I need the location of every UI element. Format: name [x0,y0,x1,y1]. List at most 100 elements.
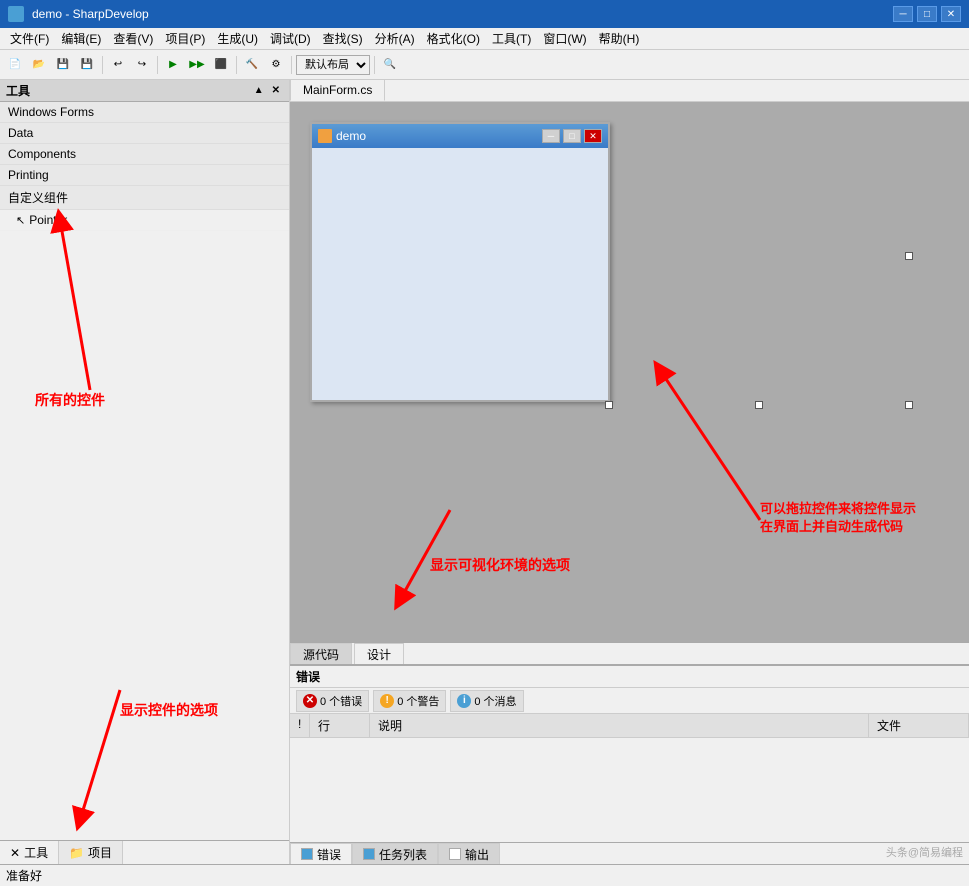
toolbox-title: 工具 [6,82,30,99]
toolbar-sep2 [157,56,158,74]
handle-bm [755,401,763,409]
col-desc: 说明 [370,714,869,737]
form-window-controls: ─ □ ✕ [542,129,602,143]
toolbox-tab-project[interactable]: 📁 项目 [59,841,123,864]
toolbar-stop[interactable]: ⬛ [210,54,232,76]
toolbox-header: 工具 ▲ ✕ [0,80,289,102]
title-bar-text: demo - SharpDevelop [32,7,149,21]
error-tab-messages[interactable]: i 0 个消息 [450,690,523,712]
error-table-header: ! 行 说明 文件 [290,714,969,738]
toolbar-sep1 [102,56,103,74]
footer-tab-errors[interactable]: 错误 [290,843,352,864]
toolbar-new[interactable]: 📄 [4,54,26,76]
menu-file[interactable]: 文件(F) [4,28,55,49]
source-tabs: 源代码 设计 [290,642,969,664]
handle-mr [905,252,913,260]
error-icon: ✕ [303,694,317,708]
toolbox-tab-tool[interactable]: ✕ 工具 [0,841,59,864]
errors-title: 错误 [290,666,969,688]
footer-tab-output[interactable]: 输出 [438,843,500,864]
toolbar-build2[interactable]: ⚙ [265,54,287,76]
footer-tasklist-checkbox [363,848,375,860]
project-icon: 📁 [69,846,84,860]
menu-search[interactable]: 查找(S) [317,28,369,49]
toolbar-run2[interactable]: ▶▶ [186,54,208,76]
app-icon [8,6,24,22]
menu-project[interactable]: 项目(P) [159,28,211,49]
editor-tab-mainform[interactable]: MainForm.cs [290,79,385,101]
toolbar-redo[interactable]: ↪ [131,54,153,76]
toolbox-bottom-tabs: ✕ 工具 📁 项目 [0,840,289,864]
toolbox-category-printing[interactable]: Printing [0,165,289,186]
minimize-btn[interactable]: ─ [893,6,913,22]
menu-analyze[interactable]: 分析(A) [369,28,421,49]
status-text: 准备好 [6,867,42,884]
main-layout: 工具 ▲ ✕ Windows Forms Data Components Pri… [0,80,969,864]
toolbar-save[interactable]: 💾 [52,54,74,76]
toolbox-items: Windows Forms Data Components Printing 自… [0,102,289,840]
toolbox-category-custom[interactable]: 自定义组件 [0,186,289,210]
window-controls: ─ □ ✕ [893,6,961,22]
form-window[interactable]: demo ─ □ ✕ [310,122,610,402]
designer-area[interactable]: demo ─ □ ✕ [290,102,969,642]
maximize-btn[interactable]: □ [917,6,937,22]
menu-build[interactable]: 生成(U) [211,28,264,49]
toolbox-controls: ▲ ✕ [251,85,283,96]
source-tab-design[interactable]: 设计 [354,643,404,664]
toolbar-save-all[interactable]: 💾 [76,54,98,76]
source-tab-code[interactable]: 源代码 [290,643,352,664]
title-bar: demo - SharpDevelop ─ □ ✕ [0,0,969,28]
layout-dropdown[interactable]: 默认布局 [296,55,370,75]
editor-tabs: MainForm.cs [290,80,969,102]
error-tab-errors[interactable]: ✕ 0 个错误 [296,690,369,712]
toolbox-tab-project-label: 项目 [88,844,112,861]
form-minimize-btn[interactable]: ─ [542,129,560,143]
toolbox-category-components[interactable]: Components [0,144,289,165]
handle-bl [605,401,613,409]
footer-tab-tasklist[interactable]: 任务列表 [352,843,438,864]
toolbox-item-pointer[interactable]: ↖ Pointer [0,210,289,231]
toolbar-sep5 [374,56,375,74]
menu-tools[interactable]: 工具(T) [486,28,537,49]
col-row: 行 [310,714,370,737]
error-tabs: ✕ 0 个错误 ! 0 个警告 i 0 个消息 [290,688,969,714]
footer-tab-errors-label: 错误 [317,846,341,863]
pointer-icon: ↖ [16,214,25,227]
status-bar: 准备好 [0,864,969,886]
form-titlebar: demo ─ □ ✕ [312,124,608,148]
footer-output-checkbox [449,848,461,860]
toolbar: 📄 📂 💾 💾 ↩ ↪ ▶ ▶▶ ⬛ 🔨 ⚙ 默认布局 🔍 [0,50,969,80]
col-bang: ! [290,714,310,737]
menu-window[interactable]: 窗口(W) [537,28,592,49]
menu-view[interactable]: 查看(V) [107,28,159,49]
form-maximize-btn[interactable]: □ [563,129,581,143]
error-tab-messages-label: 0 个消息 [474,693,516,709]
toolbox-tab-tool-label: 工具 [24,844,48,861]
error-tab-errors-label: 0 个错误 [320,693,362,709]
error-tab-warnings[interactable]: ! 0 个警告 [373,690,446,712]
toolbox-item-pointer-label: Pointer [29,213,67,227]
toolbox-pin-btn[interactable]: ▲ [251,85,267,96]
errors-title-text: 错误 [296,668,320,685]
toolbar-run[interactable]: ▶ [162,54,184,76]
footer-tab-output-label: 输出 [465,846,489,863]
footer-tab-tasklist-label: 任务列表 [379,846,427,863]
toolbox-category-winforms[interactable]: Windows Forms [0,102,289,123]
form-body[interactable] [312,148,608,400]
menu-edit[interactable]: 编辑(E) [55,28,107,49]
toolbar-open[interactable]: 📂 [28,54,50,76]
toolbar-search[interactable]: 🔍 [379,54,401,76]
toolbar-sep4 [291,56,292,74]
toolbox-category-data[interactable]: Data [0,123,289,144]
error-tab-warnings-label: 0 个警告 [397,693,439,709]
toolbar-undo[interactable]: ↩ [107,54,129,76]
toolbar-build[interactable]: 🔨 [241,54,263,76]
form-title-text: demo [336,129,366,143]
form-close-btn[interactable]: ✕ [584,129,602,143]
close-btn[interactable]: ✕ [941,6,961,22]
menu-format[interactable]: 格式化(O) [421,28,486,49]
toolbox-close-btn[interactable]: ✕ [269,85,283,96]
menu-debug[interactable]: 调试(D) [264,28,317,49]
menu-help[interactable]: 帮助(H) [593,28,646,49]
info-icon: i [457,694,471,708]
